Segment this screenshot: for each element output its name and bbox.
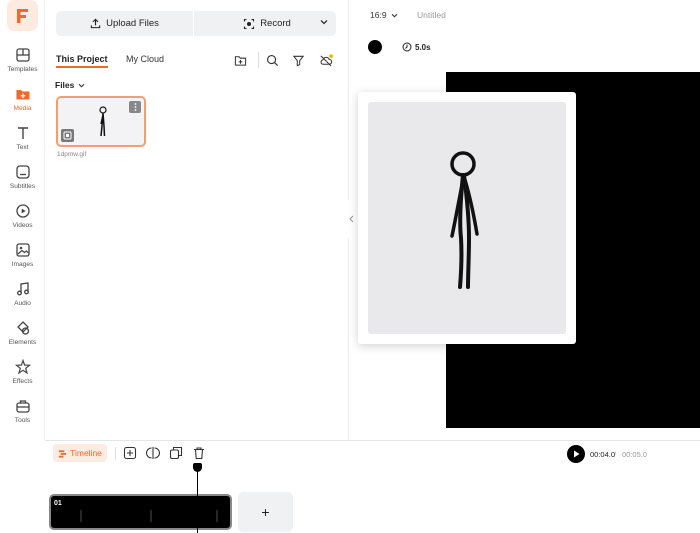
play-button[interactable] — [567, 445, 585, 463]
nav-item-images[interactable]: Images — [0, 240, 45, 276]
tools-icon — [15, 400, 30, 413]
new-folder-button[interactable] — [229, 49, 251, 71]
nav-item-videos[interactable]: Videos — [0, 201, 45, 237]
toolbar-divider — [258, 52, 259, 68]
aspect-ratio-value: 16:9 — [370, 10, 387, 20]
subtitles-icon — [15, 165, 30, 179]
stick-figure-thumbnail — [99, 106, 107, 137]
nav-item-label: Images — [11, 261, 34, 268]
media-preview-image — [368, 102, 566, 334]
media-file-name: 1dpmw.gif — [57, 151, 87, 158]
nav-item-label: Text — [16, 144, 29, 151]
clip-index-label: 01 — [54, 500, 62, 507]
elements-icon — [16, 321, 29, 335]
current-time: 00:04.0 — [590, 450, 616, 459]
project-title[interactable]: Untitled — [417, 10, 446, 20]
chevron-down-icon — [78, 83, 85, 88]
media-icon — [16, 90, 29, 100]
add-track-icon[interactable] — [123, 446, 137, 460]
playhead-line — [197, 467, 198, 533]
nav-item-audio[interactable]: Audio — [0, 279, 45, 315]
tab-my-cloud[interactable]: My Cloud — [126, 54, 164, 64]
search-button[interactable] — [261, 49, 283, 71]
timeline-toggle-button[interactable]: Timeline — [53, 444, 107, 462]
logo-icon — [16, 8, 28, 23]
cloud-off-icon — [320, 53, 333, 66]
filter-icon — [292, 55, 304, 66]
tab-this-project[interactable]: This Project — [56, 54, 108, 68]
timeline-icon — [58, 449, 67, 458]
nav-item-subtitles[interactable]: Subtitles — [0, 162, 45, 198]
cloud-sync-button[interactable] — [315, 49, 337, 71]
upload-files-button[interactable]: Upload Files — [56, 11, 193, 36]
time-separator: / — [614, 450, 617, 459]
effects-icon — [14, 359, 31, 375]
video-clip[interactable] — [49, 494, 232, 530]
media-preview-card — [358, 92, 576, 344]
filter-button[interactable] — [287, 49, 309, 71]
upload-icon — [90, 18, 101, 29]
left-nav: Templates Media Text Subtitles Videos Im… — [0, 0, 45, 440]
nav-item-tools[interactable]: Tools — [0, 396, 45, 432]
media-panel: Upload Files Record This Project My Clou… — [45, 0, 349, 440]
folder-add-icon — [234, 55, 246, 66]
nav-item-label: Videos — [12, 222, 33, 229]
more-options-button[interactable] — [129, 101, 141, 113]
nav-item-media[interactable]: Media — [0, 84, 45, 120]
nav-item-label: Media — [13, 105, 32, 112]
text-icon — [17, 127, 28, 139]
nav-item-label: Templates — [7, 66, 38, 73]
nav-item-label: Effects — [12, 378, 33, 385]
timeline-label: Timeline — [70, 448, 102, 458]
nav-item-text[interactable]: Text — [0, 123, 45, 159]
images-icon — [15, 243, 30, 257]
nav-item-label: Elements — [8, 339, 37, 346]
background-color-picker[interactable] — [368, 40, 382, 54]
media-thumbnail[interactable] — [56, 96, 146, 147]
nav-item-label: Audio — [14, 300, 31, 307]
chevron-down-icon[interactable] — [320, 19, 328, 25]
clock-icon — [402, 42, 412, 52]
nav-item-label: Subtitles — [9, 183, 36, 190]
chevron-down-icon — [391, 13, 397, 18]
delete-icon[interactable] — [192, 446, 206, 460]
record-label: Record — [260, 18, 291, 29]
search-icon — [266, 54, 278, 66]
gif-icon — [63, 131, 72, 140]
templates-icon — [15, 48, 30, 62]
gif-badge-icon — [61, 129, 74, 142]
duration-value: 5.0s — [415, 42, 431, 52]
nav-item-templates[interactable]: Templates — [0, 45, 45, 81]
record-button[interactable]: Record — [198, 11, 336, 36]
upload-files-label: Upload Files — [106, 18, 159, 29]
files-folder-dropdown[interactable]: Files — [55, 80, 85, 90]
duplicate-icon[interactable] — [169, 446, 183, 460]
editor-app: Templates Media Text Subtitles Videos Im… — [0, 0, 700, 533]
timeline-divider — [115, 447, 116, 460]
nav-item-elements[interactable]: Elements — [0, 318, 45, 354]
audio-icon — [16, 282, 29, 296]
play-icon — [573, 450, 579, 458]
stick-figure-preview — [450, 151, 479, 289]
files-label: Files — [55, 80, 75, 90]
nav-item-label: Tools — [14, 417, 31, 424]
playhead-handle[interactable] — [193, 463, 202, 472]
more-vertical-icon — [134, 103, 136, 111]
chevron-left-icon — [348, 215, 353, 223]
total-time: 00:05.0 — [622, 450, 648, 459]
clip-filmstrip — [80, 510, 218, 522]
nav-item-effects[interactable]: Effects — [0, 357, 45, 393]
panel-collapse-handle[interactable] — [345, 200, 357, 238]
app-logo[interactable] — [7, 0, 38, 31]
videos-icon — [15, 204, 30, 218]
duration-control[interactable]: 5.0s — [402, 42, 431, 52]
add-clip-button[interactable]: + — [238, 492, 293, 532]
record-icon — [244, 18, 255, 29]
aspect-ratio-dropdown[interactable]: 16:9 — [370, 10, 398, 20]
split-icon[interactable] — [146, 446, 160, 460]
